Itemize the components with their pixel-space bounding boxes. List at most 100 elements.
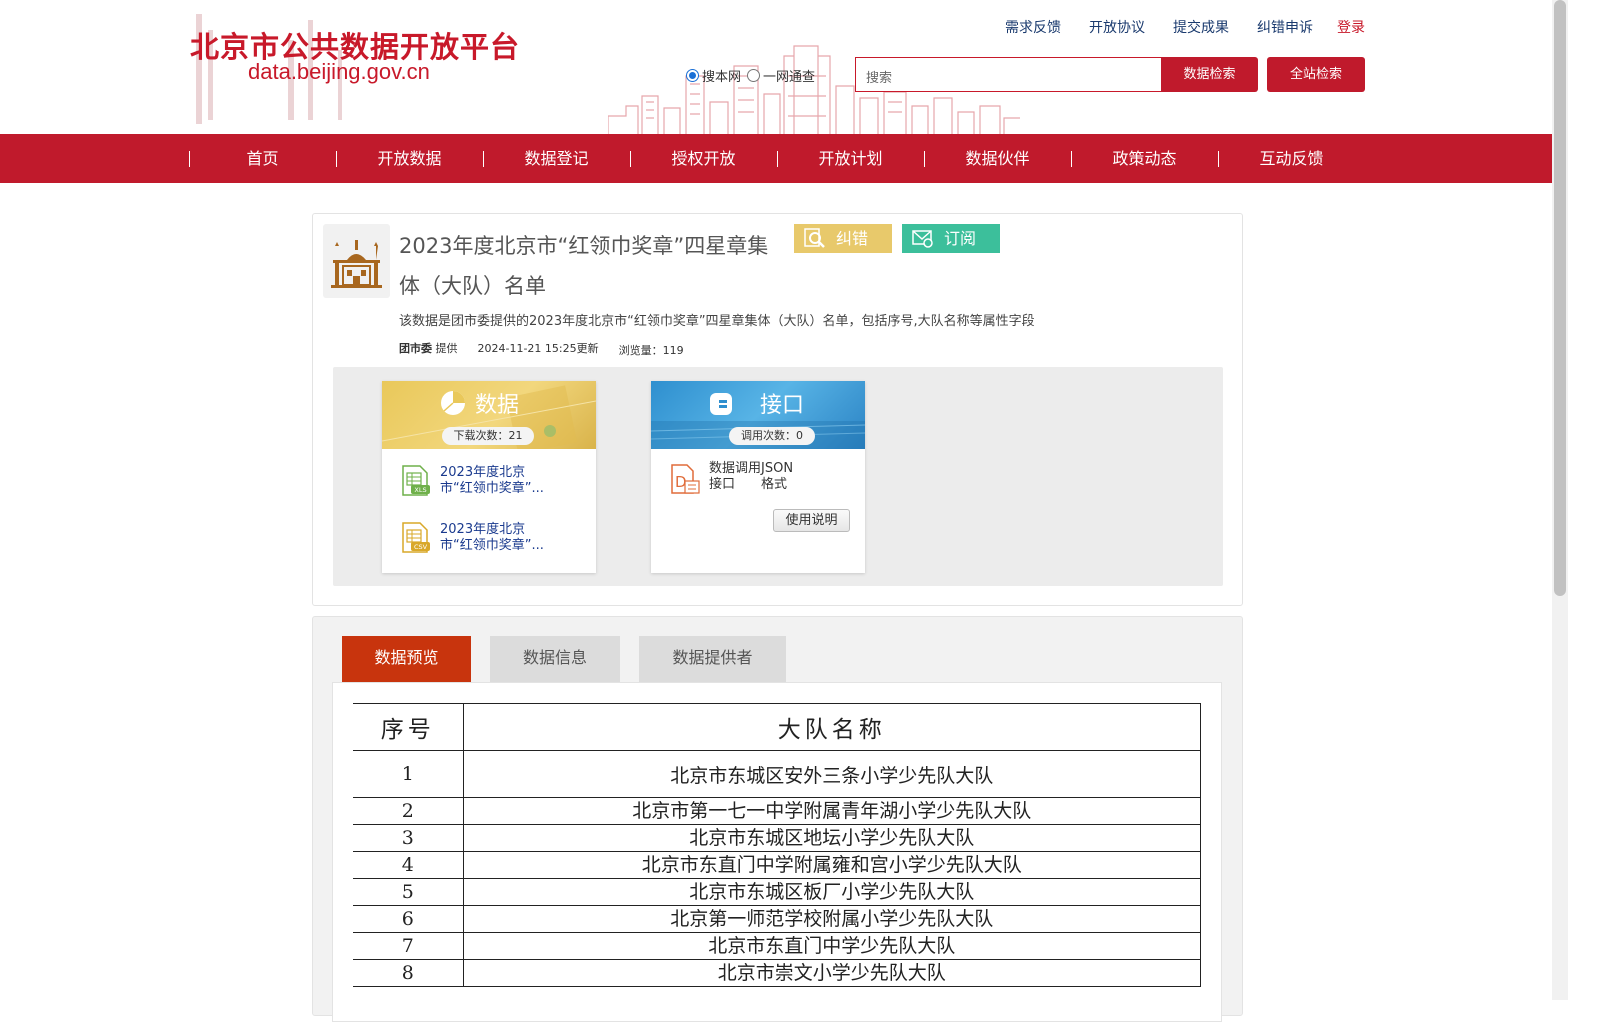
nav-data-partners[interactable]: 数据伙伴 [924,134,1071,183]
error-report-button[interactable]: 纠错 [794,224,892,253]
api-card: 接口 调用次数：0 D 数据调用接口 JSON格式 使用说明 [651,381,865,573]
tab-data-preview[interactable]: 数据预览 [342,636,471,682]
cell-index: 2 [353,797,464,825]
file-name-csv: 2023年度北京市“红领巾奖章”... [440,522,544,553]
table-header-row: 序号 大队名称 [353,703,1201,751]
resource-cards: 数据 下载次数：21 XLS 2023年度北京市“红领巾奖章”... CSV 2… [333,367,1223,586]
dataset-meta: 团市委 提供 2024-11-21 15:25更新 浏览量：119 [399,340,684,358]
api-doc-icon: D [671,464,700,494]
data-search-button[interactable]: 数据检索 [1161,57,1258,92]
download-count-value: 21 [508,429,523,442]
file-name-xls: 2023年度北京市“红领巾奖章”... [440,465,544,496]
nav-data-registration[interactable]: 数据登记 [483,134,630,183]
cell-index: 1 [353,750,464,798]
link-correction-appeal[interactable]: 纠错申诉 [1257,17,1313,37]
dataset-info-panel: 2023年度北京市“红领巾奖章”四星章集体（大队）名单 纠错 订阅 该数据是团市… [312,213,1243,606]
cell-index: 4 [353,851,464,879]
xls-file-icon: XLS [402,465,430,496]
table-row: 3 北京市东城区地坛小学少先队大队 [353,824,1201,852]
header-brigade-name: 大队名称 [463,703,1201,751]
api-plug-icon [710,393,732,415]
cell-index: 5 [353,878,464,906]
preview-table: 序号 大队名称 1 北京市东城区安外三条小学少先队大队 2 北京市第一七一中学附属青年… [353,703,1201,987]
call-count: 调用次数：0 [729,427,815,445]
file-link-xls[interactable]: XLS 2023年度北京市“红领巾奖章”... [400,465,550,497]
cell-brigade-name: 北京市东直门中学少先队大队 [463,932,1201,960]
provider-suffix: 提供 [435,342,458,355]
data-card-header: 数据 下载次数：21 [382,381,596,449]
subscribe-button[interactable]: 订阅 [902,224,1000,253]
cell-index: 8 [353,959,464,987]
dataset-description: 该数据是团市委提供的2023年度北京市“红领巾奖章”四星章集体（大队）名单，包括… [399,314,1035,329]
page-scrollbar[interactable] [1552,0,1568,1000]
nav-interactive-feedback[interactable]: 互动反馈 [1218,134,1365,183]
api-call-text: 数据调用接口 [709,461,762,492]
nav-authorized-open[interactable]: 授权开放 [630,134,777,183]
search-input[interactable]: 搜索 [855,57,1161,92]
provider-name: 团市委 [399,342,432,355]
radio-selected[interactable] [686,69,699,82]
usage-instructions-button[interactable]: 使用说明 [773,509,850,532]
views-label: 浏览量： [618,344,663,357]
site-logo-url[interactable]: data.beijing.gov.cn [248,59,430,85]
cell-index: 7 [353,932,464,960]
table-row: 7 北京市东直门中学少先队大队 [353,932,1201,960]
download-count: 下载次数：21 [442,427,534,445]
search-scope: 搜本网 一网通查 [686,66,821,85]
dataset-title: 2023年度北京市“红领巾奖章”四星章集体（大队）名单 [399,234,769,298]
scope-option-all[interactable]: 一网通查 [747,66,815,85]
link-open-agreement[interactable]: 开放协议 [1089,17,1145,37]
top-links: 需求反馈 开放协议 提交成果 纠错申诉 登录 [977,17,1365,37]
call-count-label: 调用次数： [741,429,796,442]
cell-brigade-name: 北京市崇文小学少先队大队 [463,959,1201,987]
detail-tabs: 数据预览 数据信息 数据提供者 [342,636,805,682]
subscribe-label: 订阅 [944,229,977,248]
scrollbar-thumb[interactable] [1554,0,1566,596]
file-link-csv[interactable]: CSV 2023年度北京市“红领巾奖章”... [400,522,550,554]
link-demand-feedback[interactable]: 需求反馈 [1005,17,1061,37]
xls-badge: XLS [414,486,426,494]
radio-unselected[interactable] [747,69,761,82]
cell-brigade-name: 北京市东城区板厂小学少先队大队 [463,878,1201,906]
building-icon [331,240,382,288]
cell-brigade-name: 北京市第一七一中学附属青年湖小学少先队大队 [463,797,1201,825]
table-row: 2 北京市第一七一中学附属青年湖小学少先队大队 [353,797,1201,825]
data-preview-area: 序号 大队名称 1 北京市东城区安外三条小学少先队大队 2 北京市第一七一中学附属青年… [332,682,1222,1022]
cell-brigade-name: 北京市东直门中学附属雍和宫小学少先队大队 [463,851,1201,879]
download-count-label: 下载次数： [453,429,509,442]
data-card-title: 数据 [475,393,520,418]
nav-open-data[interactable]: 开放数据 [336,134,483,183]
pie-chart-icon [441,391,465,415]
cell-brigade-name: 北京市东城区安外三条小学少先队大队 [463,750,1201,798]
csv-file-icon: CSV [402,522,430,553]
site-search-button[interactable]: 全站检索 [1267,57,1365,92]
table-row: 1 北京市东城区安外三条小学少先队大队 [353,750,1201,798]
dataset-provider: 团市委 提供 [399,340,458,358]
login-link[interactable]: 登录 [1337,17,1365,37]
scope-label-site: 搜本网 [702,70,742,85]
cell-index: 3 [353,824,464,852]
api-card-header: 接口 调用次数：0 [651,381,865,449]
table-row: 6 北京第一师范学校附属小学少先队大队 [353,905,1201,933]
scope-option-site[interactable]: 搜本网 [686,66,741,85]
nav-open-plan[interactable]: 开放计划 [777,134,924,183]
preview-table-body: 1 北京市东城区安外三条小学少先队大队 2 北京市第一七一中学附属青年湖小学少先队大队… [353,750,1201,987]
cell-brigade-name: 北京第一师范学校附属小学少先队大队 [463,905,1201,933]
link-submit-results[interactable]: 提交成果 [1173,17,1229,37]
dataset-detail-panel: 数据预览 数据信息 数据提供者 序号 大队名称 1 北京市东城区安外三条小学少先队… [312,616,1243,1022]
tab-data-info[interactable]: 数据信息 [490,636,620,682]
error-report-label: 纠错 [836,229,869,248]
main-nav: 首页 开放数据 数据登记 授权开放 开放计划 数据伙伴 政策动态 互动反馈 [0,134,1552,183]
api-card-title: 接口 [760,393,805,418]
api-format-text: JSON格式 [761,461,794,492]
call-count-value: 0 [796,429,803,442]
table-row: 5 北京市东城区板厂小学少先队大队 [353,878,1201,906]
data-card: 数据 下载次数：21 XLS 2023年度北京市“红领巾奖章”... CSV 2… [382,381,596,573]
dataset-views: 浏览量：119 [619,342,684,358]
tab-data-provider[interactable]: 数据提供者 [639,636,786,682]
site-header: 北京市公共数据开放平台 data.beijing.gov.cn 需求反馈 开放协… [0,0,1552,134]
nav-home[interactable]: 首页 [189,134,336,183]
cell-index: 6 [353,905,464,933]
nav-policy-news[interactable]: 政策动态 [1071,134,1218,183]
mail-icon [912,230,933,248]
